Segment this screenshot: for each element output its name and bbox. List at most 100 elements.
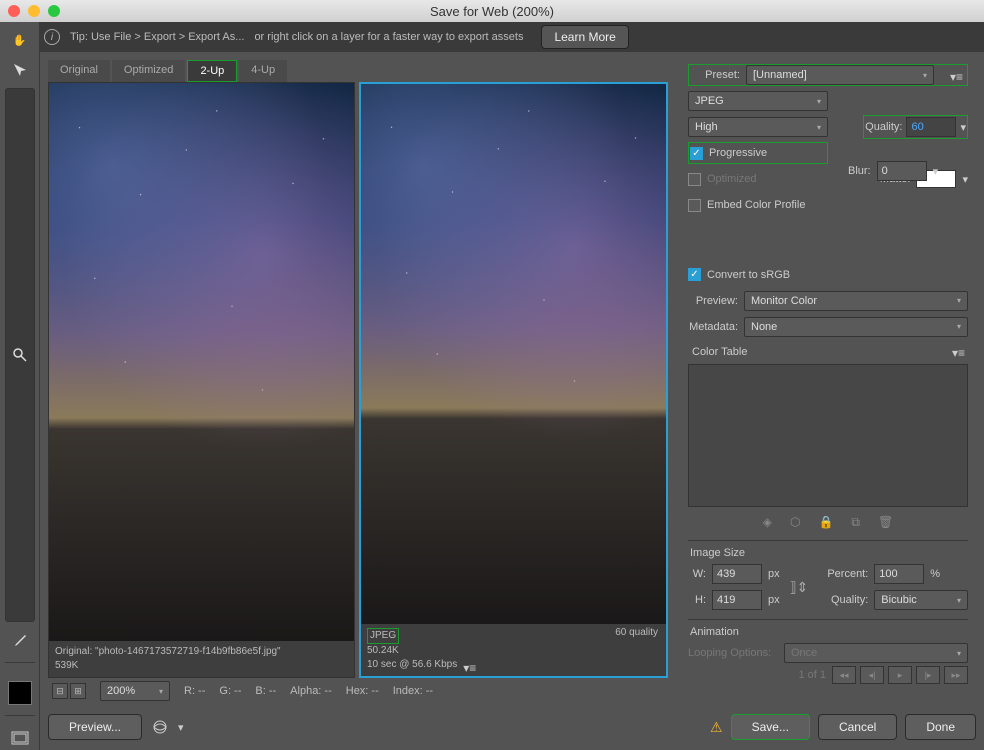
preset-label: Preset: [690, 69, 740, 81]
trash-icon[interactable]: 🗑 [878, 515, 893, 530]
preview-select[interactable]: Monitor Color▾ [744, 291, 968, 311]
last-frame-icon: ▸▸ [944, 666, 968, 684]
tab-original[interactable]: Original [48, 60, 110, 82]
browser-preview-menu-icon[interactable]: ▾ [178, 721, 184, 734]
slice-visibility-icon[interactable] [5, 726, 35, 750]
bottom-bar: Preview... ▾ ⚠ Save... Cancel Done [48, 712, 976, 742]
settings-panel: Preset: [Unnamed]▾ ▾≡ JPEG▾ High▾ Qualit… [680, 60, 976, 690]
looping-select: Once▾ [784, 643, 968, 663]
r-readout: R: -- [184, 685, 205, 697]
info-icon: i [44, 29, 60, 45]
frame-indicator: 1 of 1 [798, 669, 826, 681]
width-input[interactable] [712, 564, 762, 584]
titlebar: Save for Web (200%) [0, 0, 984, 22]
height-unit: px [768, 594, 780, 606]
tip-text-2: or right click on a layer for a faster w… [254, 31, 523, 43]
progressive-label: Progressive [709, 147, 767, 159]
preview-pane-original[interactable]: Original: "photo-1467173572719-f14b9fb86… [48, 82, 355, 678]
resample-quality-select[interactable]: Bicubic▾ [874, 590, 968, 610]
tab-2up[interactable]: 2-Up [187, 60, 237, 82]
eyedropper-tool-icon[interactable] [5, 628, 35, 652]
zoom-in-icon[interactable]: ⊞ [70, 683, 86, 699]
hand-tool-icon[interactable]: ✋ [5, 28, 35, 52]
preview-value: Monitor Color [751, 295, 817, 307]
preview-pane-optimized[interactable]: 60 quality JPEG 50.24K 10 sec @ 56.6 Kbp… [359, 82, 668, 678]
color-table-toolbar: ◈ ⬡ 🔒 ⧉ 🗑 [688, 511, 968, 534]
percent-label: Percent: [818, 568, 868, 580]
lock-color-icon[interactable]: ⬡ [790, 515, 800, 530]
learn-more-button[interactable]: Learn More [541, 25, 628, 49]
g-readout: G: -- [219, 685, 241, 697]
optimized-checkbox [688, 173, 701, 186]
convert-srgb-checkbox[interactable]: ✓ [688, 268, 701, 281]
play-icon: ▸ [888, 666, 912, 684]
optimize-menu-icon[interactable]: ▾≡ [950, 70, 966, 80]
preset-select[interactable]: [Unnamed]▾ [746, 65, 934, 85]
quality-preset-value: High [695, 121, 718, 133]
original-caption: Original: "photo-1467173572719-f14b9fb86… [49, 641, 354, 677]
lock-icon[interactable]: 🔒 [818, 515, 833, 530]
b-readout: B: -- [255, 685, 276, 697]
original-size: 539K [55, 659, 348, 673]
constrain-proportions-icon[interactable]: ⟧⇕ [786, 579, 813, 596]
quality-input[interactable] [906, 117, 956, 137]
tab-optimized[interactable]: Optimized [112, 60, 186, 82]
first-frame-icon: ◂◂ [832, 666, 856, 684]
format-select[interactable]: JPEG▾ [688, 91, 828, 111]
new-color-icon[interactable]: ⧉ [851, 515, 860, 530]
optimized-download-time: 10 sec @ 56.6 Kbps [367, 658, 457, 672]
height-input[interactable] [712, 590, 762, 610]
color-table [688, 364, 968, 507]
percent-input[interactable] [874, 564, 924, 584]
download-speed-menu-icon[interactable]: ▾≡ [463, 660, 479, 670]
resample-quality-label: Quality: [818, 594, 868, 606]
warning-icon[interactable]: ⚠ [710, 719, 723, 736]
optimized-quality-text: 60 quality [615, 627, 658, 638]
zoom-select[interactable]: 200%▾ [100, 681, 170, 701]
status-bar: ⊟ ⊞ 200%▾ R: -- G: -- B: -- Alpha: -- He… [48, 680, 684, 702]
quality-preset-select[interactable]: High▾ [688, 117, 828, 137]
tab-4up[interactable]: 4-Up [239, 60, 287, 82]
save-button[interactable]: Save... [731, 714, 810, 740]
metadata-value: None [751, 321, 777, 333]
embed-profile-checkbox[interactable] [688, 199, 701, 212]
color-table-menu-icon[interactable]: ▾≡ [952, 346, 968, 356]
width-unit: px [768, 568, 780, 580]
blur-slider-icon[interactable]: ▾ [933, 165, 939, 178]
optimized-size: 50.24K [367, 644, 660, 658]
window-title: Save for Web (200%) [0, 4, 984, 19]
height-label: H: [688, 594, 706, 606]
progressive-checkbox[interactable]: ✓ [690, 147, 703, 160]
preview-button[interactable]: Preview... [48, 714, 142, 740]
image-size-header: Image Size [688, 545, 968, 563]
blur-input[interactable] [877, 161, 927, 181]
looping-label: Looping Options: [688, 647, 778, 659]
alpha-readout: Alpha: -- [290, 685, 332, 697]
tip-bar: i Tip: Use File > Export > Export As... … [0, 22, 984, 52]
preview-area: Original: "photo-1467173572719-f14b9fb86… [48, 82, 668, 678]
slice-select-tool-icon[interactable] [5, 58, 35, 82]
zoom-out-icon[interactable]: ⊟ [52, 683, 68, 699]
next-frame-icon: |▸ [916, 666, 940, 684]
blur-label: Blur: [848, 165, 871, 177]
preview-label: Preview: [688, 295, 738, 307]
metadata-select[interactable]: None▾ [744, 317, 968, 337]
preview-tabs: Original Optimized 2-Up 4-Up [48, 60, 287, 82]
original-filename: Original: "photo-1467173572719-f14b9fb86… [55, 645, 348, 659]
zoom-tool-icon[interactable] [5, 88, 35, 622]
optimized-label: Optimized [707, 173, 757, 185]
browser-preview-icon[interactable] [150, 719, 170, 735]
snap-web-icon[interactable]: ◈ [763, 515, 772, 530]
color-table-label: Color Table [692, 346, 747, 358]
tip-text-1: Tip: Use File > Export > Export As... [70, 31, 244, 43]
eyedropper-color-swatch[interactable] [8, 681, 32, 705]
zoom-value: 200% [107, 685, 135, 697]
done-button[interactable]: Done [905, 714, 976, 740]
convert-srgb-label: Convert to sRGB [707, 269, 790, 281]
looping-value: Once [791, 647, 817, 659]
quality-slider-icon[interactable]: ▾ [960, 121, 966, 134]
preset-value: [Unnamed] [753, 69, 807, 81]
optimized-image[interactable] [361, 84, 666, 624]
cancel-button[interactable]: Cancel [818, 714, 897, 740]
original-image[interactable] [49, 83, 354, 641]
